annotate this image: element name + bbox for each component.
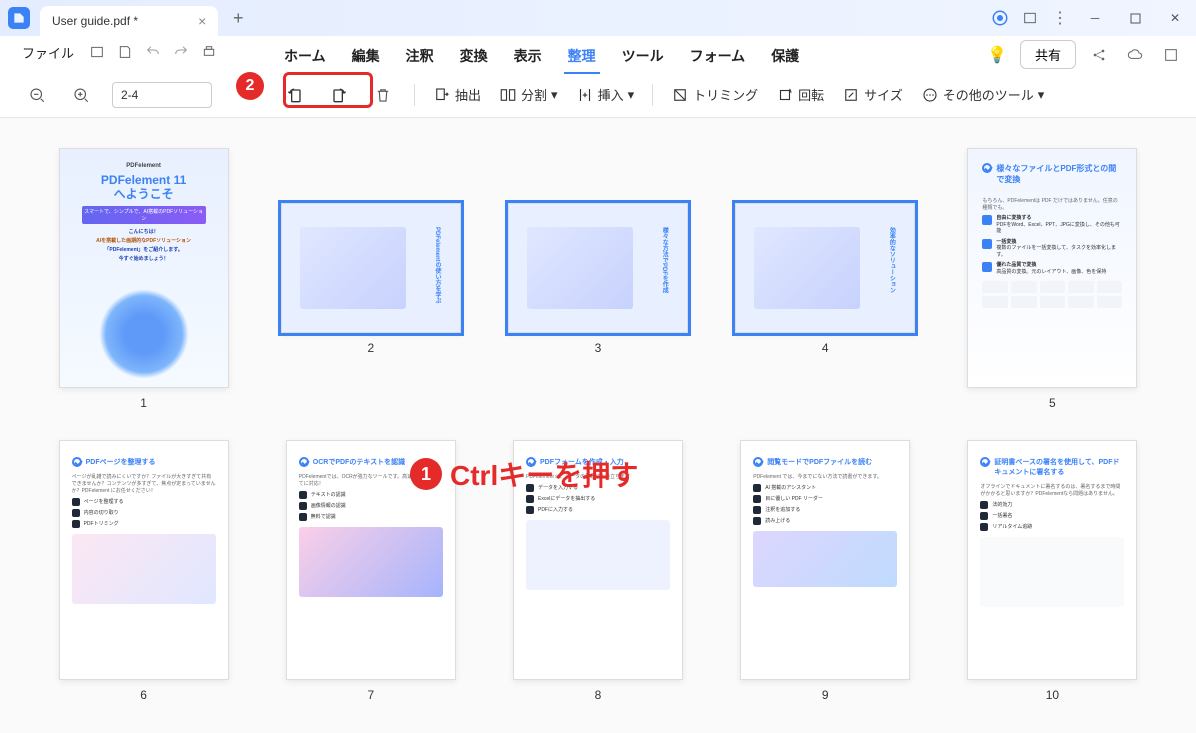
close-tab-icon[interactable]: ×: [198, 13, 206, 29]
split-button[interactable]: 分割▾: [499, 85, 558, 104]
size-button[interactable]: サイズ: [842, 85, 903, 104]
close-window-button[interactable]: ✕: [1160, 3, 1190, 33]
tab-organize[interactable]: 整理: [564, 40, 600, 74]
thumb-5[interactable]: 様々なファイルとPDF形式との間で変換 もちろん、PDFelementは PDF…: [959, 148, 1146, 410]
callout-badge-2: 2: [236, 72, 264, 100]
open-icon[interactable]: [84, 39, 110, 65]
expand-icon[interactable]: [1158, 42, 1184, 68]
file-menu[interactable]: ファイル: [14, 39, 82, 66]
kebab-menu-icon[interactable]: ⋮: [1050, 8, 1070, 28]
tab-protect[interactable]: 保護: [767, 40, 803, 74]
tab-tool[interactable]: ツール: [618, 40, 668, 74]
callout-box-2: [283, 72, 373, 108]
insert-button[interactable]: 挿入▾: [576, 85, 635, 104]
share-network-icon[interactable]: [1086, 42, 1112, 68]
thumb-6[interactable]: PDFページを整理する ページが乱雑で読みにくいですか？ファイルが大きすぎて共有…: [50, 440, 237, 702]
tab-home[interactable]: ホーム: [280, 40, 330, 74]
thumb-2[interactable]: PDFelementの使い方を学ぶ 2: [277, 148, 464, 410]
account-icon[interactable]: [990, 8, 1010, 28]
app-logo-icon: [8, 7, 30, 29]
share-button[interactable]: 共有: [1020, 40, 1076, 69]
thumb-1[interactable]: PDFelement PDFelement 11 へようこそ スマートで、シンプ…: [50, 148, 237, 410]
more-tools-button[interactable]: その他のツール▾: [921, 85, 1045, 104]
rotate-button[interactable]: 回転: [776, 85, 824, 104]
document-tab[interactable]: User guide.pdf * ×: [40, 6, 218, 36]
tab-convert[interactable]: 変換: [456, 40, 492, 74]
callout-badge-1: 1: [410, 458, 442, 490]
thumbnails-grid: PDFelement PDFelement 11 へようこそ スマートで、シンプ…: [0, 118, 1196, 733]
delete-page-button[interactable]: [370, 82, 396, 108]
tab-form[interactable]: フォーム: [686, 40, 750, 74]
redo-icon[interactable]: [168, 39, 194, 65]
thumb-9[interactable]: 閲覧モードでPDFファイルを読む PDFelement では、今までにない方法で…: [732, 440, 919, 702]
callout-1: 1 Ctrlキーを押す: [410, 454, 638, 494]
callout-text-1: Ctrlキーを押す: [450, 454, 638, 494]
undo-icon[interactable]: [140, 39, 166, 65]
thumb-3[interactable]: 様々な方法でPDFを作成 3: [504, 148, 691, 410]
zoom-out-button[interactable]: [24, 82, 50, 108]
trim-button[interactable]: トリミング: [671, 85, 758, 104]
chevron-down-icon: ▾: [551, 87, 558, 103]
extract-button[interactable]: 抽出: [433, 85, 481, 104]
bulb-icon[interactable]: 💡: [984, 42, 1010, 68]
chevron-down-icon: ▾: [628, 87, 635, 103]
zoom-in-button[interactable]: [68, 82, 94, 108]
minimize-button[interactable]: ─: [1080, 3, 1110, 33]
tab-annotate[interactable]: 注釈: [402, 40, 438, 74]
tab-filename: User guide.pdf *: [52, 14, 138, 28]
thumb-10[interactable]: 証明書ベースの署名を使用して、PDFドキュメントに署名する オフラインでドキュメ…: [959, 440, 1146, 702]
save-icon[interactable]: [112, 39, 138, 65]
tab-view[interactable]: 表示: [510, 40, 546, 74]
page-range-input[interactable]: [112, 82, 212, 108]
thumb-4[interactable]: 効率的なソリューション 4: [732, 148, 919, 410]
toolbar: 抽出 分割▾ 挿入▾ トリミング 回転 サイズ その他のツール▾: [0, 72, 1196, 118]
maximize-button[interactable]: [1120, 3, 1150, 33]
new-tab-button[interactable]: +: [224, 4, 252, 32]
ribbon-tabs: ホーム 編集 注釈 変換 表示 整理 ツール フォーム 保護: [280, 40, 803, 74]
window-icon[interactable]: [1020, 8, 1040, 28]
print-icon[interactable]: [196, 39, 222, 65]
titlebar: User guide.pdf * × + ⋮ ─ ✕: [0, 0, 1196, 36]
tab-edit[interactable]: 編集: [348, 40, 384, 74]
chevron-down-icon: ▾: [1038, 87, 1045, 103]
cloud-icon[interactable]: [1122, 42, 1148, 68]
